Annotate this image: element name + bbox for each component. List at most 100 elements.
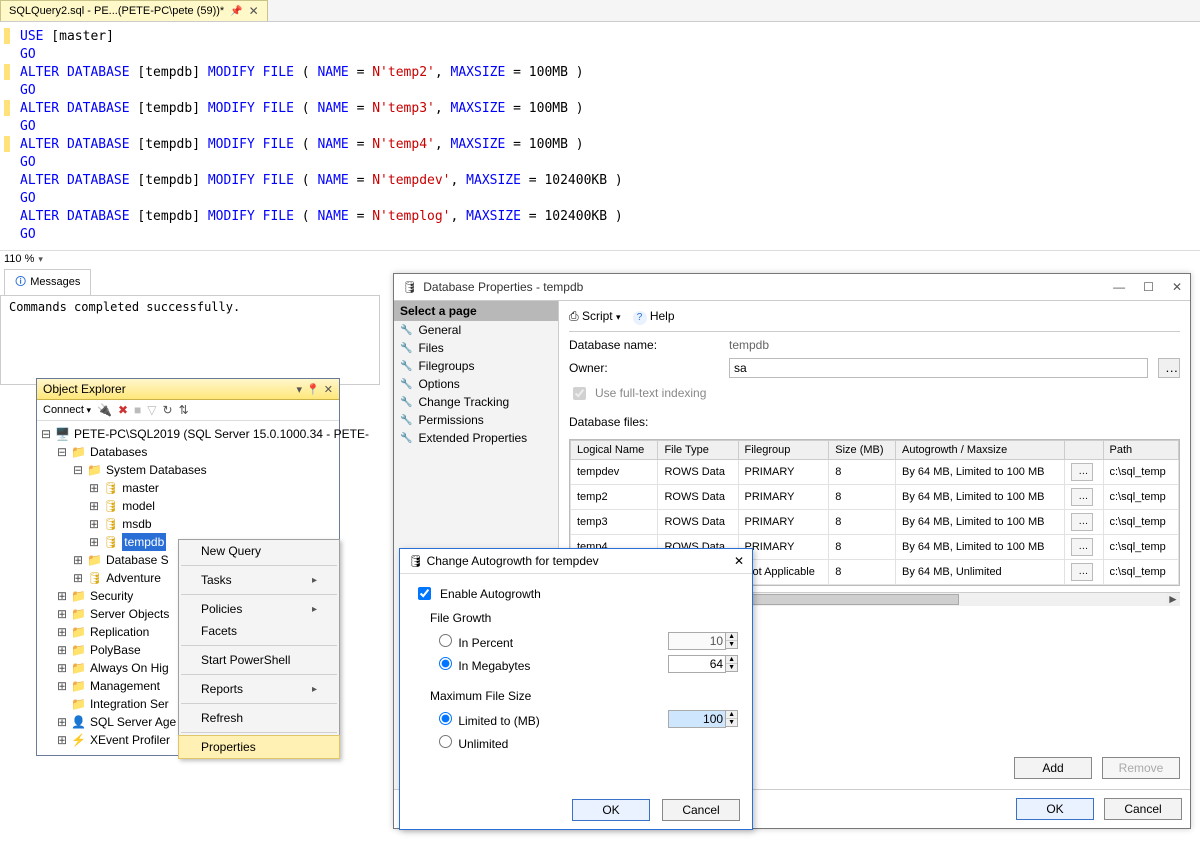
security-node[interactable]: Security xyxy=(90,587,133,605)
connect-button[interactable]: Connect xyxy=(43,404,91,416)
ctx-policies[interactable]: Policies xyxy=(179,598,339,620)
ctx-powershell[interactable]: Start PowerShell xyxy=(179,649,339,671)
expander-icon[interactable] xyxy=(73,551,83,569)
adv-node[interactable]: Adventure xyxy=(106,569,161,587)
ctx-properties[interactable]: Properties xyxy=(178,735,340,759)
sysdb-node[interactable]: System Databases xyxy=(106,461,207,479)
db-msdb[interactable]: msdb xyxy=(122,515,151,533)
close-icon[interactable]: ✕ xyxy=(1172,280,1182,294)
auto-ok-button[interactable]: OK xyxy=(572,799,650,821)
limited-radio[interactable] xyxy=(439,712,452,725)
spin-up-icon[interactable]: ▲ xyxy=(726,633,737,641)
polybase-node[interactable]: PolyBase xyxy=(90,641,141,659)
databases-node[interactable]: Databases xyxy=(90,443,147,461)
close-icon[interactable]: ✕ xyxy=(734,554,744,568)
nav-extended-properties[interactable]: 🔧Extended Properties xyxy=(394,429,558,447)
spin-up-icon[interactable]: ▲ xyxy=(726,656,737,664)
close-icon[interactable]: ✕ xyxy=(324,383,333,396)
stop-icon[interactable]: ■ xyxy=(134,403,141,417)
expander-icon[interactable] xyxy=(57,587,67,605)
autogrowth-browse-button[interactable]: … xyxy=(1071,488,1093,506)
mb-radio[interactable] xyxy=(439,657,452,670)
agent-node[interactable]: SQL Server Age xyxy=(90,713,176,731)
disconnect-icon[interactable]: ✖ xyxy=(118,403,128,417)
alwayson-node[interactable]: Always On Hig xyxy=(90,659,169,677)
expander-icon[interactable] xyxy=(57,641,67,659)
serverobj-node[interactable]: Server Objects xyxy=(90,605,169,623)
dropdown-icon[interactable]: ▾ xyxy=(297,383,303,396)
zoom-dropdown-icon[interactable]: ▾ xyxy=(38,254,43,265)
script-button[interactable]: ⎙ Script ▾ xyxy=(569,309,621,324)
expander-icon[interactable] xyxy=(41,425,51,443)
spin-down-icon[interactable]: ▼ xyxy=(726,641,737,648)
file-row[interactable]: temp3ROWS DataPRIMARY8By 64 MB, Limited … xyxy=(571,509,1179,534)
scroll-right-icon[interactable]: ► xyxy=(1166,593,1180,606)
limited-input[interactable] xyxy=(668,710,726,728)
expander-icon[interactable] xyxy=(57,677,67,695)
close-icon[interactable]: ✕ xyxy=(249,4,259,18)
expander-icon[interactable] xyxy=(57,605,67,623)
sql-editor[interactable]: USE [master]GOALTER DATABASE [tempdb] MO… xyxy=(0,22,1200,250)
expander-icon[interactable] xyxy=(57,731,67,749)
expander-icon[interactable] xyxy=(89,533,99,551)
nav-permissions[interactable]: 🔧Permissions xyxy=(394,411,558,429)
nav-options[interactable]: 🔧Options xyxy=(394,375,558,393)
nav-general[interactable]: 🔧General xyxy=(394,321,558,339)
nav-change-tracking[interactable]: 🔧Change Tracking xyxy=(394,393,558,411)
scroll-thumb[interactable] xyxy=(739,594,959,605)
xevent-node[interactable]: XEvent Profiler xyxy=(90,731,170,749)
owner-input[interactable] xyxy=(729,358,1148,378)
file-row[interactable]: temp2ROWS DataPRIMARY8By 64 MB, Limited … xyxy=(571,484,1179,509)
autogrowth-browse-button[interactable]: … xyxy=(1071,513,1093,531)
mb-input[interactable] xyxy=(668,655,726,673)
ctx-facets[interactable]: Facets xyxy=(179,620,339,642)
expander-icon[interactable] xyxy=(89,479,99,497)
db-tempdb[interactable]: tempdb xyxy=(122,533,166,551)
spin-down-icon[interactable]: ▼ xyxy=(726,719,737,726)
spin-up-icon[interactable]: ▲ xyxy=(726,711,737,719)
integration-node[interactable]: Integration Ser xyxy=(90,695,169,713)
expander-icon[interactable] xyxy=(89,497,99,515)
unlimited-radio[interactable] xyxy=(439,735,452,748)
replication-node[interactable]: Replication xyxy=(90,623,149,641)
dbsnap-node[interactable]: Database S xyxy=(106,551,169,569)
enable-autogrowth-checkbox[interactable] xyxy=(418,587,431,600)
autogrowth-browse-button[interactable]: … xyxy=(1071,538,1093,556)
autogrowth-browse-button[interactable]: … xyxy=(1071,563,1093,581)
expander-icon[interactable] xyxy=(57,623,67,641)
filter-icon[interactable]: ▽ xyxy=(147,403,156,417)
ok-button[interactable]: OK xyxy=(1016,798,1094,820)
server-node[interactable]: PETE-PC\SQL2019 (SQL Server 15.0.1000.34… xyxy=(74,425,369,443)
spin-down-icon[interactable]: ▼ xyxy=(726,664,737,671)
expander-icon[interactable] xyxy=(73,461,83,479)
cancel-button[interactable]: Cancel xyxy=(1104,798,1182,820)
db-model[interactable]: model xyxy=(122,497,155,515)
pin-icon[interactable]: 📌 xyxy=(230,6,242,17)
expander-icon[interactable] xyxy=(57,443,67,461)
ctx-reports[interactable]: Reports xyxy=(179,678,339,700)
expander-icon[interactable] xyxy=(73,569,83,587)
management-node[interactable]: Management xyxy=(90,677,160,695)
nav-files[interactable]: 🔧Files xyxy=(394,339,558,357)
file-row[interactable]: tempdevROWS DataPRIMARY8By 64 MB, Limite… xyxy=(571,459,1179,484)
expander-icon[interactable] xyxy=(89,515,99,533)
autogrowth-browse-button[interactable]: … xyxy=(1071,463,1093,481)
plug-icon[interactable]: 🔌 xyxy=(97,403,112,417)
maximize-icon[interactable]: ☐ xyxy=(1143,280,1154,294)
percent-radio[interactable] xyxy=(439,634,452,647)
pin-icon[interactable]: 📍 xyxy=(306,383,320,396)
auto-cancel-button[interactable]: Cancel xyxy=(662,799,740,821)
owner-browse-button[interactable]: … xyxy=(1158,358,1180,378)
sync-icon[interactable]: ⇅ xyxy=(179,403,189,417)
ctx-tasks[interactable]: Tasks xyxy=(179,569,339,591)
add-button[interactable]: Add xyxy=(1014,757,1092,779)
ctx-refresh[interactable]: Refresh xyxy=(179,707,339,729)
refresh-icon[interactable]: ↻ xyxy=(163,403,173,417)
db-master[interactable]: master xyxy=(122,479,159,497)
minimize-icon[interactable]: — xyxy=(1113,280,1125,294)
editor-tab[interactable]: SQLQuery2.sql - PE...(PETE-PC\pete (59))… xyxy=(0,0,268,21)
nav-filegroups[interactable]: 🔧Filegroups xyxy=(394,357,558,375)
help-button[interactable]: ? Help xyxy=(633,309,675,325)
messages-tab[interactable]: 🛈Messages xyxy=(4,269,91,295)
expander-icon[interactable] xyxy=(57,713,67,731)
